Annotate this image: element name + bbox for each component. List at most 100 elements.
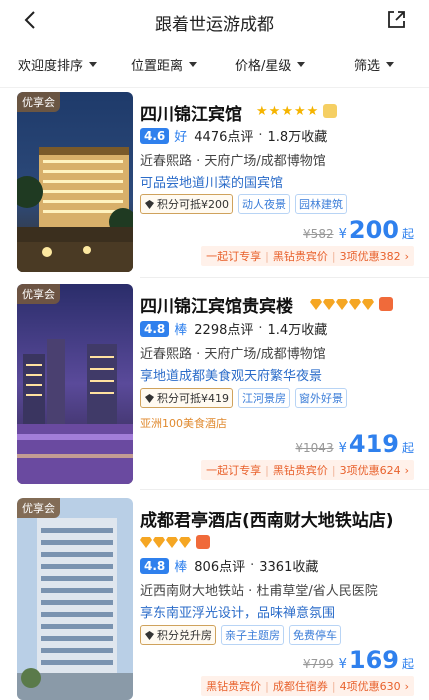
promo-separator: | [265, 463, 269, 477]
hotel-photo[interactable]: 优享会 [17, 92, 133, 272]
chevron-right-icon: › [404, 679, 409, 693]
tag-row: 积分可抵¥419 江河景房 窗外好景 [140, 388, 352, 408]
filter-price-star[interactable]: 价格/星级 [235, 55, 306, 74]
score-word: 好 [174, 130, 188, 145]
promo-banner[interactable]: 黑钻贵宾价 | 成都住宿券 | 4项优惠630 › [201, 676, 414, 696]
points-tag-label: 积分兑升房 [157, 629, 212, 642]
award-tag: 亚洲100美食酒店 [140, 417, 227, 430]
diamond-icon [336, 298, 348, 310]
review-count: 806点评 [194, 560, 246, 575]
separator-dot: · [258, 128, 263, 143]
diamond-icon [362, 298, 374, 310]
price-row: ¥799 ¥ 169 起 [303, 646, 414, 674]
hotel-photo-image [17, 284, 133, 484]
feature-tag: 园林建筑 [295, 194, 347, 214]
hotel-name[interactable]: 四川锦江宾馆贵宾楼 [140, 292, 293, 317]
feature-tag: 亲子主题房 [221, 625, 284, 645]
original-price: ¥1043 [295, 441, 334, 455]
filter-more-label: 筛选 [354, 59, 381, 74]
filter-more[interactable]: 筛选 [354, 55, 395, 74]
original-price: ¥582 [303, 227, 334, 241]
star-icon: ★ [293, 103, 306, 119]
caret-down-icon [386, 62, 395, 67]
price-suffix: 起 [401, 657, 414, 671]
diamond-icon [140, 536, 152, 548]
share-icon[interactable] [385, 8, 407, 30]
hotel-photo[interactable]: 优享会 [17, 284, 133, 484]
currency-symbol: ¥ [338, 441, 347, 456]
review-count: 4476点评 [194, 130, 254, 145]
hotel-card[interactable]: 优享会 成都君亭酒店(西南财大地铁站店) 4.8 棒 806点评 · 3361收… [0, 490, 429, 700]
current-price: 200 [348, 216, 399, 244]
chevron-right-icon: › [404, 249, 409, 263]
price-suffix: 起 [401, 441, 414, 455]
currency-symbol: ¥ [338, 227, 347, 242]
score-word: 棒 [174, 560, 188, 575]
hotel-card[interactable]: 优享会 四川锦江宾馆贵宾楼 4.8 棒 2298点评 · 1.4万收藏 近春熙路… [0, 278, 429, 490]
promo-separator: | [265, 249, 269, 263]
hotel-location: 近春熙路 · 天府广场/成都博物馆 [140, 154, 326, 169]
filter-sort[interactable]: 欢迎度排序 [18, 55, 98, 74]
promo-separator: | [331, 679, 336, 693]
promo-item: 3项优惠382 [339, 250, 401, 263]
hotel-blurb: 享地道成都美食观天府繁华夜景 [140, 369, 323, 384]
points-tag-label: 积分可抵¥200 [157, 198, 229, 211]
diamond-rating [310, 297, 393, 311]
feature-tag: 江河景房 [238, 388, 290, 408]
points-tag: 积分可抵¥419 [140, 388, 233, 408]
hotel-name[interactable]: 成都君亭酒店(西南财大地铁站店) [140, 506, 394, 531]
current-price: 419 [348, 430, 399, 458]
rating-row: 4.8 棒 806点评 · 3361收藏 [140, 556, 318, 575]
promo-separator: | [265, 679, 269, 693]
diamond-points-icon [145, 630, 154, 640]
member-badge: 优享会 [17, 284, 60, 304]
promo-item: 黑钻贵宾价 [272, 464, 328, 477]
promo-banner[interactable]: 一起订专享 | 黑钻贵宾价 | 3项优惠624 › [201, 460, 414, 480]
diamond-icon [310, 298, 322, 310]
star-icon: ★ [268, 103, 281, 119]
red-crown-icon [196, 535, 210, 549]
rating-row: 4.6 好 4476点评 · 1.8万收藏 [140, 126, 327, 145]
rating-row: 4.8 棒 2298点评 · 1.4万收藏 [140, 319, 327, 338]
promo-banner[interactable]: 一起订专享 | 黑钻贵宾价 | 3项优惠382 › [201, 246, 414, 266]
caret-down-icon [297, 62, 306, 67]
diamond-rating [140, 535, 210, 549]
top-bar: 跟着世运游成都 [0, 0, 429, 40]
hotel-blurb: 可品尝地道川菜的国宾馆 [140, 176, 284, 191]
current-price: 169 [348, 646, 399, 674]
hotel-card[interactable]: 优享会 四川锦江宾馆 ★ ★ ★ ★ ★ 4.6 好 4476点评 · 1.8万… [0, 88, 429, 278]
separator-dot: · [250, 558, 255, 573]
points-tag-label: 积分可抵¥419 [157, 392, 229, 405]
caret-down-icon [189, 62, 198, 67]
diamond-icon [166, 536, 178, 548]
red-crown-icon [379, 297, 393, 311]
original-price: ¥799 [303, 657, 334, 671]
filter-bar: 欢迎度排序 位置距离 价格/星级 筛选 [0, 40, 429, 88]
member-badge: 优享会 [17, 498, 60, 518]
diamond-points-icon [145, 199, 154, 209]
tag-row: 积分可抵¥200 动人夜景 园林建筑 [140, 194, 352, 214]
filter-distance[interactable]: 位置距离 [131, 55, 198, 74]
hotel-name[interactable]: 四川锦江宾馆 [140, 100, 242, 125]
diamond-icon [349, 298, 361, 310]
promo-separator: | [331, 463, 336, 477]
hotel-photo-image [17, 92, 133, 272]
feature-tag: 窗外好景 [295, 388, 347, 408]
collect-count: 1.8万收藏 [267, 130, 328, 145]
price-suffix: 起 [401, 227, 414, 241]
gold-crown-icon [323, 104, 338, 118]
diamond-points-icon [145, 393, 154, 403]
hotel-photo[interactable]: 优享会 [17, 498, 133, 700]
promo-item: 黑钻贵宾价 [206, 680, 262, 693]
promo-item: 一起订专享 [206, 464, 262, 477]
filter-distance-label: 位置距离 [131, 59, 184, 74]
review-count: 2298点评 [194, 323, 254, 338]
score-badge: 4.6 [140, 127, 170, 144]
promo-item: 黑钻贵宾价 [272, 250, 328, 263]
filter-sort-label: 欢迎度排序 [18, 59, 84, 74]
star-rating: ★ ★ ★ ★ ★ [256, 103, 338, 119]
feature-tag: 动人夜景 [238, 194, 290, 214]
star-icon: ★ [281, 103, 293, 119]
hotel-location: 近春熙路 · 天府广场/成都博物馆 [140, 347, 326, 362]
page-title: 跟着世运游成都 [155, 15, 274, 35]
